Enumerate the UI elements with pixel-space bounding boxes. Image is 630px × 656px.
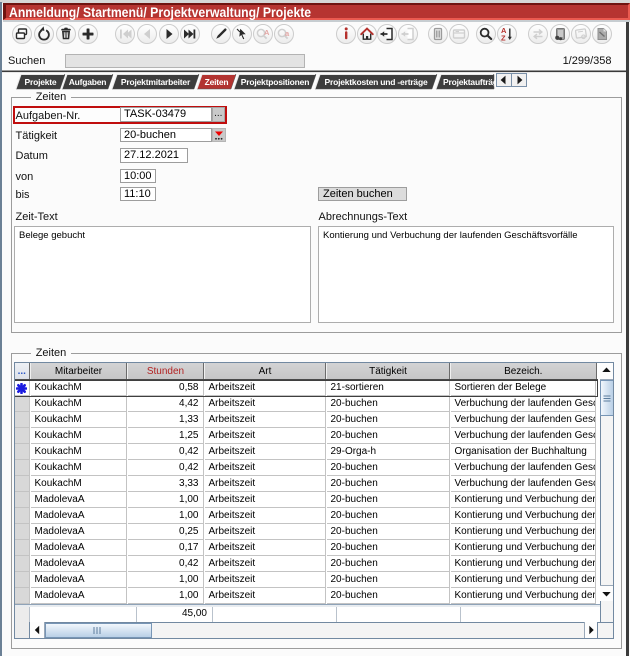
svg-text:Z: Z <box>501 34 506 43</box>
svg-text:Aufgaben: Aufgaben <box>69 77 107 87</box>
svg-text:Projektmitarbeiter: Projektmitarbeiter <box>121 77 191 87</box>
svg-text:A: A <box>264 28 270 37</box>
svg-text:Projektpositionen: Projektpositionen <box>241 77 309 87</box>
svg-text:Zeiten: Zeiten <box>205 77 229 87</box>
svg-text:a: a <box>285 29 290 38</box>
svg-text:Projektkosten und -erträge: Projektkosten und -erträge <box>325 77 428 87</box>
svg-text:Projektaufträge: Projektaufträge <box>443 77 503 87</box>
svg-text:Projekte: Projekte <box>25 77 57 87</box>
